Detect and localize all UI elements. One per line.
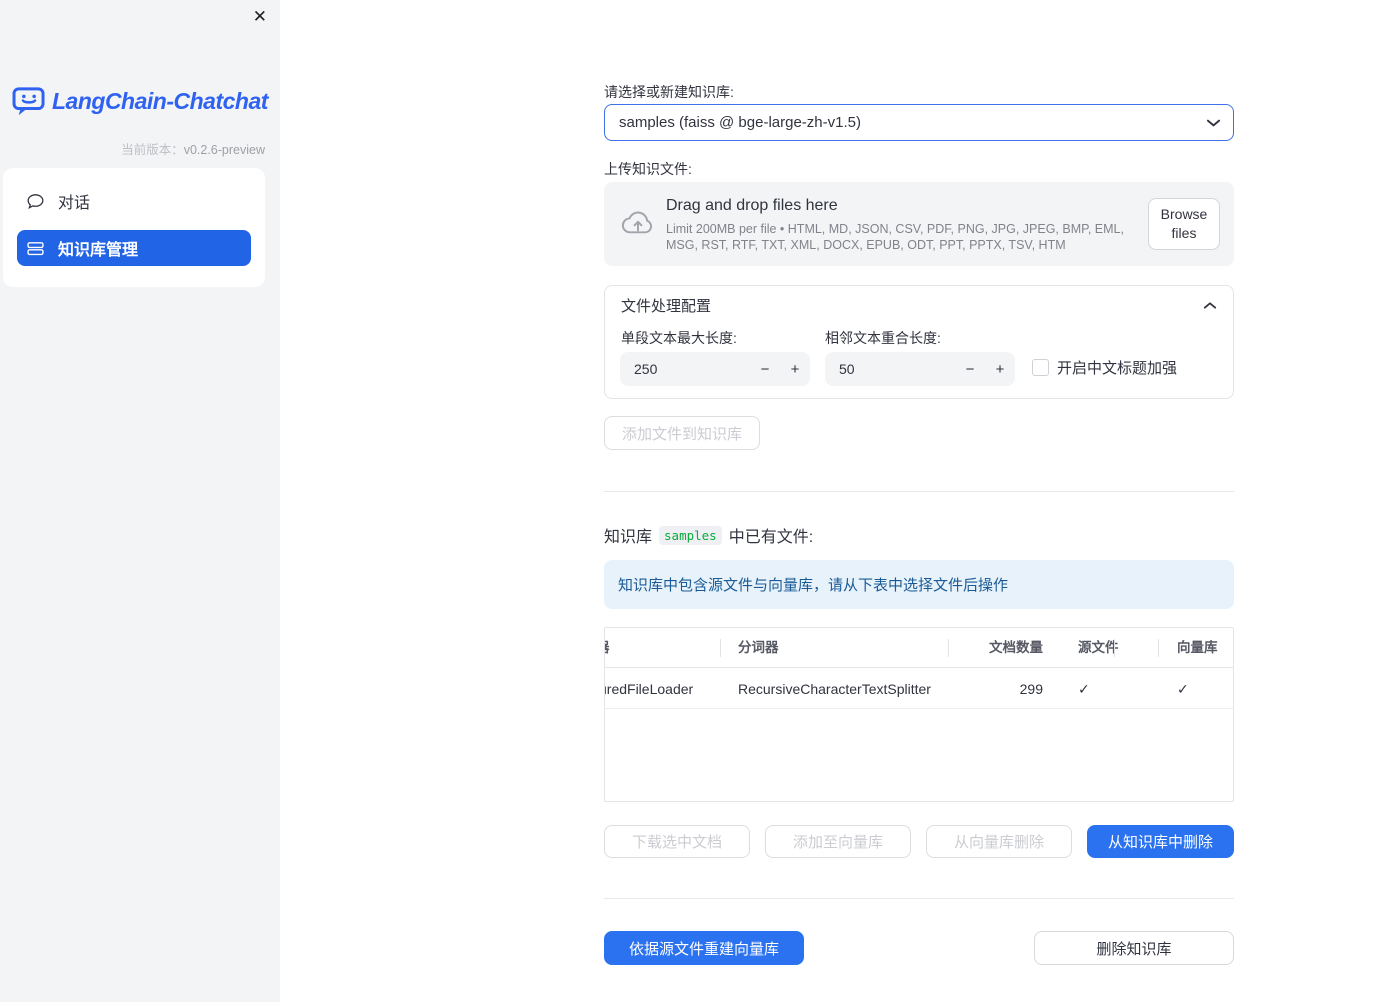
chevron-down-icon [1206, 118, 1221, 128]
file-dropzone[interactable]: Drag and drop files here Limit 200MB per… [604, 182, 1234, 266]
logo-smiley-chat-icon [12, 87, 46, 116]
sidebar-menu: 对话 知识库管理 [3, 168, 265, 287]
cell-vector-store-check: ✓ [1177, 681, 1189, 697]
file-config-expander: 文件处理配置 单段文本最大长度: 相邻文本重合长度: 250 − + 50 − … [604, 285, 1234, 399]
rebuild-vector-store-button[interactable]: 依据源文件重建向量库 [604, 931, 804, 965]
cell-splitter: RecursiveCharacterTextSplitter [738, 681, 931, 697]
version-text: 当前版本：v0.2.6-preview [121, 139, 265, 158]
divider [604, 491, 1234, 492]
overlap-plus-button[interactable]: + [985, 361, 1015, 378]
table-header-row: 器 分词器 文档数量 源文件 向量库 [605, 628, 1233, 668]
col-doc-count-header: 文档数量 [989, 640, 1043, 655]
chunk-size-value: 250 [634, 361, 658, 377]
chevron-up-icon [1203, 301, 1217, 310]
checkbox-box[interactable] [1032, 359, 1049, 376]
app-logo: LangChain-Chatchat [12, 87, 268, 116]
delete-from-vector-store-button[interactable]: 从向量库删除 [926, 825, 1072, 858]
cell-source-file-check: ✓ [1078, 681, 1090, 697]
table-row[interactable]: uredFileLoader RecursiveCharacterTextSpl… [605, 669, 1233, 709]
overlap-minus-button[interactable]: − [955, 361, 985, 378]
logo-text: LangChain-Chatchat [52, 88, 268, 114]
delete-kb-button[interactable]: 删除知识库 [1034, 931, 1234, 965]
overlap-size-value: 50 [839, 361, 855, 377]
add-files-to-kb-button[interactable]: 添加文件到知识库 [604, 416, 761, 450]
kb-files-prefix: 知识库 [604, 529, 653, 546]
cloud-upload-icon [621, 208, 655, 237]
checkbox-label: 开启中文标题加强 [1057, 360, 1178, 377]
download-selected-button[interactable]: 下载选中文档 [604, 825, 750, 858]
browse-files-button[interactable]: Browse files [1148, 198, 1220, 250]
chat-bubble-icon [27, 193, 44, 210]
info-banner: 知识库中包含源文件与向量库，请从下表中选择文件后操作 [604, 560, 1234, 609]
col-loader-header: 器 [605, 628, 719, 668]
delete-from-kb-button[interactable]: 从知识库中删除 [1087, 825, 1234, 858]
upload-label: 上传知识文件: [604, 161, 692, 177]
overlap-size-label: 相邻文本重合长度: [825, 330, 941, 346]
dropzone-texts: Drag and drop files here Limit 200MB per… [666, 197, 1144, 253]
chunk-minus-button[interactable]: − [750, 361, 780, 378]
dropzone-hint: Limit 200MB per file • HTML, MD, JSON, C… [666, 222, 1124, 252]
divider [604, 898, 1234, 899]
info-text: 知识库中包含源文件与向量库，请从下表中选择文件后操作 [618, 577, 1009, 594]
app-window: ✕ LangChain-Chatchat 当前版本：v0.2.6-preview [0, 0, 1380, 1002]
sidebar-item-label: 知识库管理 [58, 242, 139, 259]
main-content: 请选择或新建知识库: samples (faiss @ bge-large-zh… [604, 0, 1234, 1002]
sidebar-item-label: 对话 [58, 195, 91, 212]
kb-files-heading: 知识库 samples 中已有文件: [604, 523, 813, 547]
chunk-size-label: 单段文本最大长度: [621, 330, 737, 346]
col-source-file-header: 源文件 [1078, 640, 1119, 655]
sidebar-item-knowledge-base[interactable]: 知识库管理 [17, 230, 251, 266]
kb-select-label: 请选择或新建知识库: [604, 84, 734, 100]
expander-header[interactable]: 文件处理配置 [605, 286, 1233, 324]
sidebar: ✕ LangChain-Chatchat 当前版本：v0.2.6-preview [0, 0, 280, 1002]
cell-loader: uredFileLoader [605, 681, 694, 697]
col-splitter-header: 分词器 [738, 640, 779, 655]
kb-selectbox[interactable]: samples (faiss @ bge-large-zh-v1.5) [604, 104, 1234, 141]
chunk-plus-button[interactable]: + [780, 361, 810, 378]
version-value: v0.2.6-preview [183, 143, 265, 157]
cell-doc-count: 299 [1019, 681, 1043, 697]
chunk-size-input[interactable]: 250 − + [620, 352, 810, 386]
dropzone-title: Drag and drop files here [666, 197, 838, 214]
add-to-vector-store-button[interactable]: 添加至向量库 [765, 825, 911, 858]
zh-title-enhance-checkbox[interactable]: 开启中文标题加强 [1032, 357, 1177, 378]
kb-name-chip: samples [659, 525, 722, 545]
expander-title: 文件处理配置 [621, 297, 712, 315]
database-stack-icon [27, 240, 44, 257]
overlap-size-input[interactable]: 50 − + [825, 352, 1015, 386]
version-label: 当前版本： [121, 143, 184, 157]
kb-selectbox-value: samples (faiss @ bge-large-zh-v1.5) [619, 114, 861, 131]
kb-files-suffix: 中已有文件: [728, 529, 814, 546]
col-vector-store-header: 向量库 [1177, 640, 1218, 655]
sidebar-close-icon[interactable]: ✕ [253, 6, 267, 28]
kb-files-table: 器 分词器 文档数量 源文件 向量库 uredFileLoader Recurs… [604, 627, 1234, 802]
sidebar-item-dialogue[interactable]: 对话 [17, 182, 251, 220]
